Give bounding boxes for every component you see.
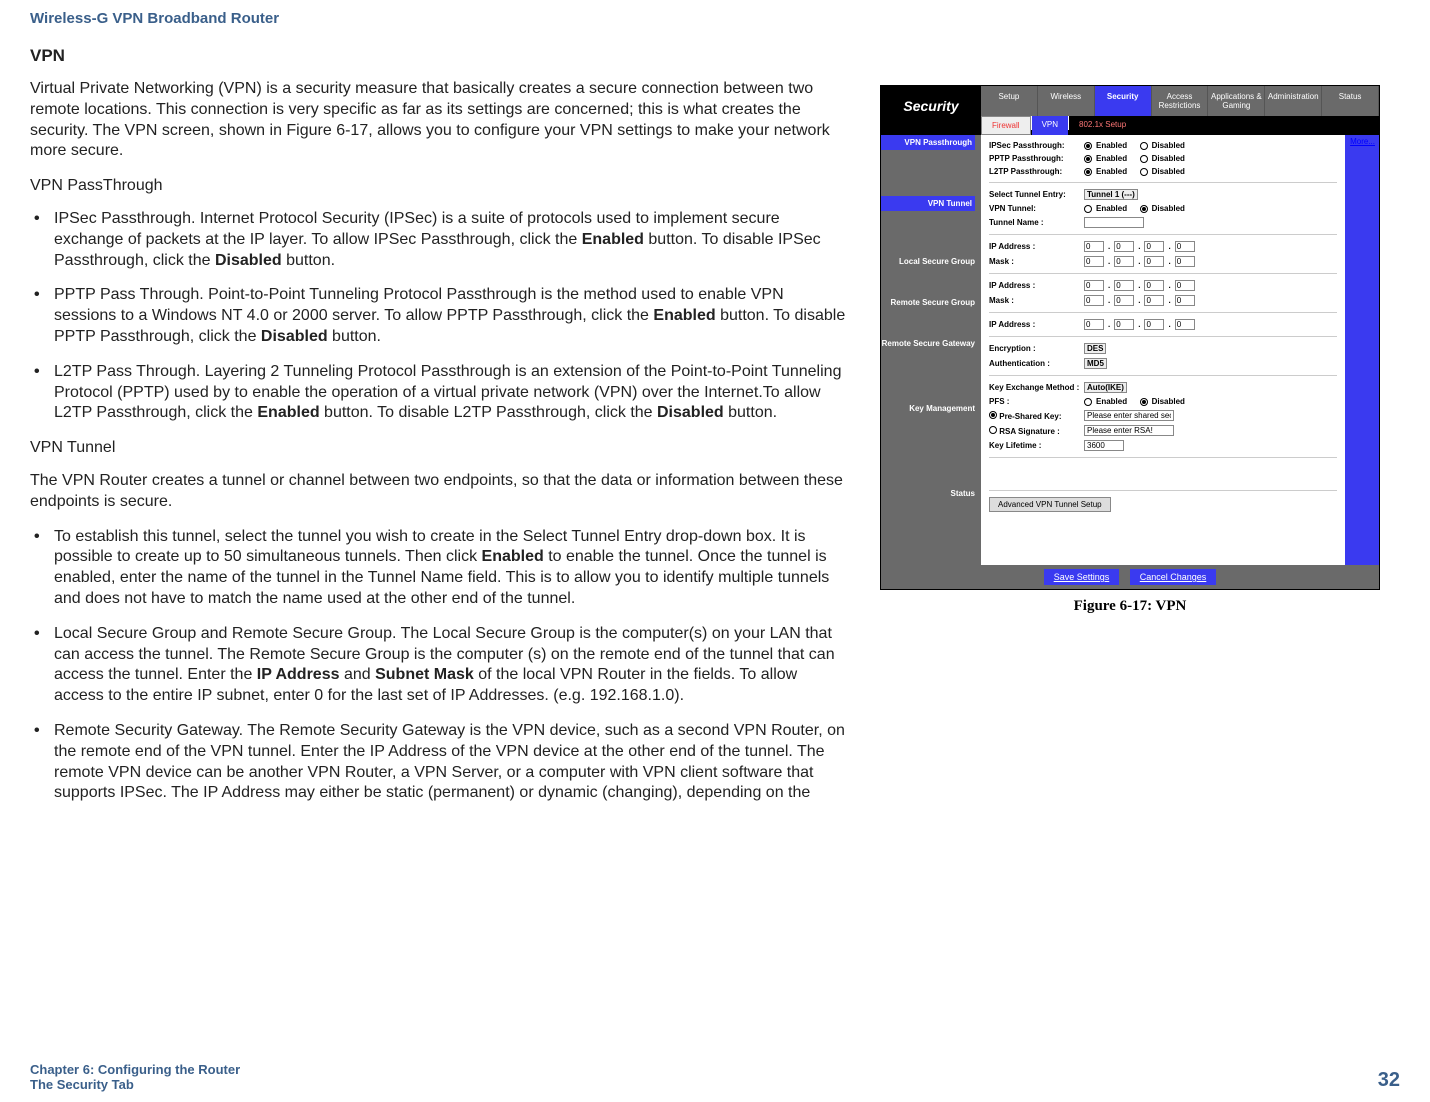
select-auth[interactable]: MD5 [1084,358,1107,369]
footer-left: Chapter 6: Configuring the Router The Se… [30,1062,240,1092]
label-auth: Authentication : [989,359,1084,368]
advanced-vpn-button[interactable]: Advanced VPN Tunnel Setup [989,497,1111,512]
mask-remote-3[interactable] [1144,295,1164,306]
side-remote: Remote Secure Group [881,298,975,307]
input-tunnelname[interactable] [1084,217,1144,228]
label-remote-ip: IP Address : [989,281,1084,290]
tunnel-heading: VPN Tunnel [30,438,850,459]
ip-gw-3[interactable] [1144,319,1164,330]
tab-access[interactable]: Access Restrictions [1152,86,1209,116]
ip-local-2[interactable] [1114,241,1134,252]
select-tunnel[interactable]: Tunnel 1 (---) [1084,189,1138,200]
select-encryption[interactable]: DES [1084,343,1106,354]
ip-local-4[interactable] [1175,241,1195,252]
label-remote-mask: Mask : [989,296,1084,305]
radio-rsa[interactable] [989,426,997,434]
save-button[interactable]: Save Settings [1044,569,1120,585]
passthrough-heading: VPN PassThrough [30,176,850,197]
mask-local-2[interactable] [1114,256,1134,267]
subtab-vpn[interactable]: VPN [1032,116,1068,135]
side-keymgmt: Key Management [881,404,975,413]
doc-header: Wireless-G VPN Broadband Router [30,10,1400,27]
tab-admin[interactable]: Administration [1265,86,1322,116]
side-gateway: Remote Secure Gateway [881,339,975,348]
label-kex: Key Exchange Method : [989,383,1084,392]
label-vpntunnel: VPN Tunnel: [989,204,1084,213]
select-kex[interactable]: Auto(IKE) [1084,382,1127,393]
tunnel-intro: The VPN Router creates a tunnel or chann… [30,471,850,513]
section-title: VPN [30,45,850,67]
label-pfs: PFS : [989,397,1084,406]
bullet-groups: Local Secure Group and Remote Secure Gro… [30,624,850,707]
panel-logo: Security [881,86,981,126]
side-tunnel: VPN Tunnel [881,196,975,211]
tab-setup[interactable]: Setup [981,86,1038,116]
label-rsa: RSA Signature : [999,427,1060,436]
side-status: Status [881,489,975,498]
input-rsa[interactable] [1084,425,1174,436]
mask-remote-2[interactable] [1114,295,1134,306]
more-link[interactable]: More... [1350,137,1375,146]
mask-local-1[interactable] [1084,256,1104,267]
radio-psk[interactable] [989,411,997,419]
tab-wireless[interactable]: Wireless [1038,86,1095,116]
bullet-gateway: Remote Security Gateway. The Remote Secu… [30,721,850,804]
ip-gw-1[interactable] [1084,319,1104,330]
radio-ipsec-enabled[interactable] [1084,142,1092,150]
intro-paragraph: Virtual Private Networking (VPN) is a se… [30,79,850,162]
mask-local-4[interactable] [1175,256,1195,267]
subtab-firewall[interactable]: Firewall [981,116,1031,135]
router-admin-screenshot: Security Setup Wireless Security Access … [880,85,1380,590]
bullet-ipsec: IPSec Passthrough. Internet Protocol Sec… [30,209,850,271]
subtab-8021x[interactable]: 802.1x Setup [1069,116,1136,135]
mask-remote-1[interactable] [1084,295,1104,306]
ip-gw-4[interactable] [1175,319,1195,330]
main-text: VPN Virtual Private Networking (VPN) is … [30,45,850,1062]
input-psk[interactable] [1084,410,1174,421]
side-passthrough: VPN Passthrough [881,135,975,150]
radio-tunnel-disabled[interactable] [1140,205,1148,213]
label-ipsec: IPSec Passthrough: [989,141,1084,150]
radio-ipsec-disabled[interactable] [1140,142,1148,150]
ip-remote-2[interactable] [1114,280,1134,291]
label-local-ip: IP Address : [989,242,1084,251]
ip-remote-1[interactable] [1084,280,1104,291]
label-l2tp: L2TP Passthrough: [989,167,1084,176]
ip-local-3[interactable] [1144,241,1164,252]
bullet-establish: To establish this tunnel, select the tun… [30,527,850,610]
ip-gw-2[interactable] [1114,319,1134,330]
ip-remote-3[interactable] [1144,280,1164,291]
radio-l2tp-enabled[interactable] [1084,168,1092,176]
tab-status[interactable]: Status [1322,86,1379,116]
label-gw-ip: IP Address : [989,320,1084,329]
cancel-button[interactable]: Cancel Changes [1130,569,1217,585]
side-local: Local Secure Group [881,257,975,266]
label-enc: Encryption : [989,344,1084,353]
input-klife[interactable] [1084,440,1124,451]
radio-pfs-disabled[interactable] [1140,398,1148,406]
tab-apps[interactable]: Applications & Gaming [1208,86,1265,116]
label-tunnelname: Tunnel Name : [989,218,1084,227]
bullet-l2tp: L2TP Pass Through. Layering 2 Tunneling … [30,362,850,424]
page-number: 32 [1378,1069,1400,1092]
label-local-mask: Mask : [989,257,1084,266]
radio-pfs-enabled[interactable] [1084,398,1092,406]
figure-caption: Figure 6-17: VPN [880,598,1380,615]
ip-remote-4[interactable] [1175,280,1195,291]
radio-l2tp-disabled[interactable] [1140,168,1148,176]
ip-local-1[interactable] [1084,241,1104,252]
radio-pptp-disabled[interactable] [1140,155,1148,163]
label-psk: Pre-Shared Key: [999,412,1061,421]
label-pptp: PPTP Passthrough: [989,154,1084,163]
label-klife: Key Lifetime : [989,441,1084,450]
mask-local-3[interactable] [1144,256,1164,267]
mask-remote-4[interactable] [1175,295,1195,306]
radio-pptp-enabled[interactable] [1084,155,1092,163]
radio-tunnel-enabled[interactable] [1084,205,1092,213]
tab-security[interactable]: Security [1095,86,1152,116]
label-seltunnel: Select Tunnel Entry: [989,190,1084,199]
bullet-pptp: PPTP Pass Through. Point-to-Point Tunnel… [30,285,850,347]
